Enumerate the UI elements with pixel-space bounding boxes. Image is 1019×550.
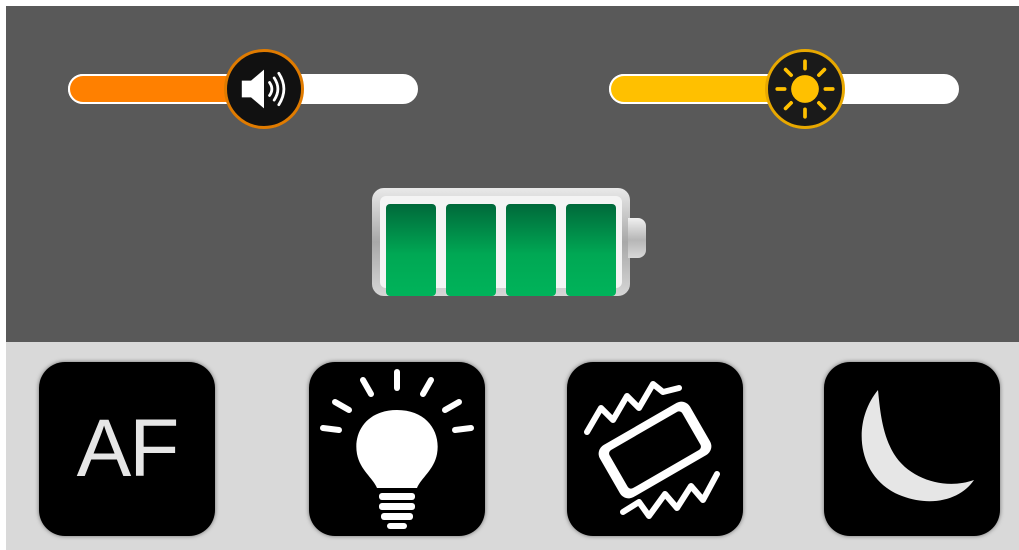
- flashlight-button[interactable]: [309, 362, 485, 536]
- battery-cell: [386, 204, 436, 296]
- speaker-icon: [241, 69, 286, 109]
- battery-indicator: [372, 188, 630, 296]
- battery-cell: [446, 204, 496, 296]
- autofocus-button[interactable]: AF: [39, 362, 215, 536]
- battery-body: [380, 196, 622, 296]
- battery-terminal: [628, 218, 646, 258]
- brightness-slider[interactable]: [609, 49, 959, 129]
- night-mode-button[interactable]: [824, 362, 1000, 536]
- brightness-slider-thumb[interactable]: [765, 49, 845, 129]
- vibrate-button[interactable]: [567, 362, 743, 536]
- vibrate-phone-icon: [584, 381, 720, 519]
- battery-cell: [506, 204, 556, 296]
- volume-slider[interactable]: [68, 49, 418, 129]
- sun-icon: [775, 59, 835, 119]
- battery-cell: [566, 204, 616, 296]
- volume-slider-thumb[interactable]: [224, 49, 304, 129]
- moon-icon: [861, 390, 974, 502]
- lightbulb-icon: [320, 369, 474, 529]
- af-label: AF: [76, 403, 180, 494]
